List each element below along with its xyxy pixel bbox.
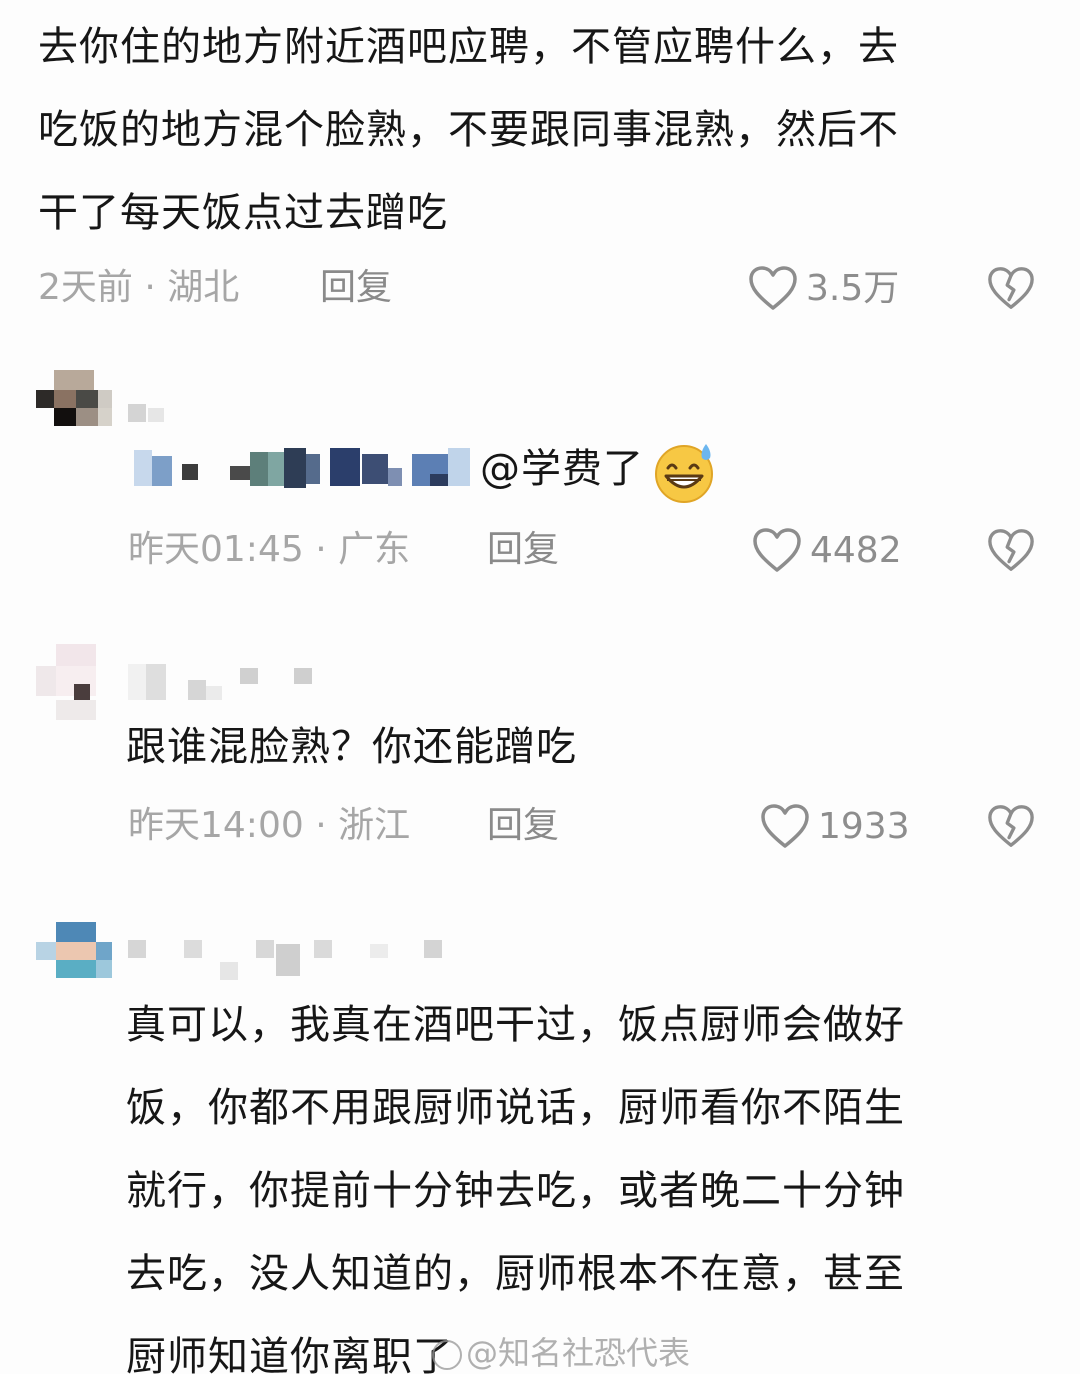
comment-list: 去你住的地方附近酒吧应聘，不管应聘什么，去 吃饭的地方混个脸熟，不要跟同事混熟，… [0,0,1080,1374]
broken-heart-icon [988,267,1034,309]
comment-2-text: @学费了 [480,428,718,511]
comment-1-reply-button[interactable]: 回复 [320,266,392,310]
comment-1-line-3: 干了每天饭点过去蹭吃 [38,190,448,236]
heart-outline-icon [761,804,809,848]
comment-2-like-button[interactable]: 4482 [752,528,902,574]
weibo-logo-icon [432,1340,462,1370]
comment-4-line-5: 厨师知道你离职了 [126,1334,454,1374]
broken-heart-icon [988,805,1034,847]
watermark-text: @知名社恐代表 [466,1334,691,1372]
comment-1-line-2: 吃饭的地方混个脸熟，不要跟同事混熟，然后不 [38,107,899,153]
comment-1-dislike-button[interactable] [987,266,1035,316]
comment-3-username[interactable] [128,664,328,704]
comment-3-like-count: 1933 [818,806,910,847]
comment-1-meta: 2天前 · 湖北 [38,267,240,308]
heart-outline-icon [749,266,797,310]
comment-4-avatar[interactable] [36,922,112,998]
comment-1-like-button[interactable]: 3.5万 [748,266,899,312]
weibo-watermark: @知名社恐代表 [432,1328,690,1374]
comment-3-meta: 昨天14:00 · 浙江 [128,805,411,846]
comment-2-mentioned-users-blurred [130,444,470,492]
comment-4-line-3: 就行，你提前十分钟去吃，或者晚二十分钟 [126,1168,905,1214]
comment-3-like-button[interactable]: 1933 [760,804,910,850]
broken-heart-icon [988,529,1034,571]
comment-4-username[interactable] [128,940,448,980]
comment-3-dislike-button[interactable] [987,804,1035,854]
comment-2-dislike-button[interactable] [987,528,1035,578]
comment-2-mention[interactable]: @学费了 [480,446,644,492]
grinning-sweat-emoji-icon [655,444,713,503]
comment-3-avatar[interactable] [36,644,112,720]
comment-2-avatar[interactable] [36,370,112,446]
comment-4-line-1: 真可以，我真在酒吧干过，饭点厨师会做好 [126,1002,905,1048]
comment-2-meta: 昨天01:45 · 广东 [128,529,411,570]
heart-outline-icon [753,528,801,572]
comment-2-reply-button[interactable]: 回复 [487,528,559,572]
comment-3-line-1: 跟谁混脸熟？你还能蹭吃 [126,724,577,770]
comment-3-reply-button[interactable]: 回复 [487,804,559,848]
comment-2-username[interactable] [128,404,168,444]
comment-2-like-count: 4482 [810,530,902,571]
comment-1-line-1: 去你住的地方附近酒吧应聘，不管应聘什么，去 [38,24,899,70]
comment-4-line-2: 饭，你都不用跟厨师说话，厨师看你不陌生 [126,1085,905,1131]
comment-1-like-count: 3.5万 [806,268,900,309]
comment-4-line-4: 去吃，没人知道的，厨师根本不在意，甚至 [126,1251,905,1297]
